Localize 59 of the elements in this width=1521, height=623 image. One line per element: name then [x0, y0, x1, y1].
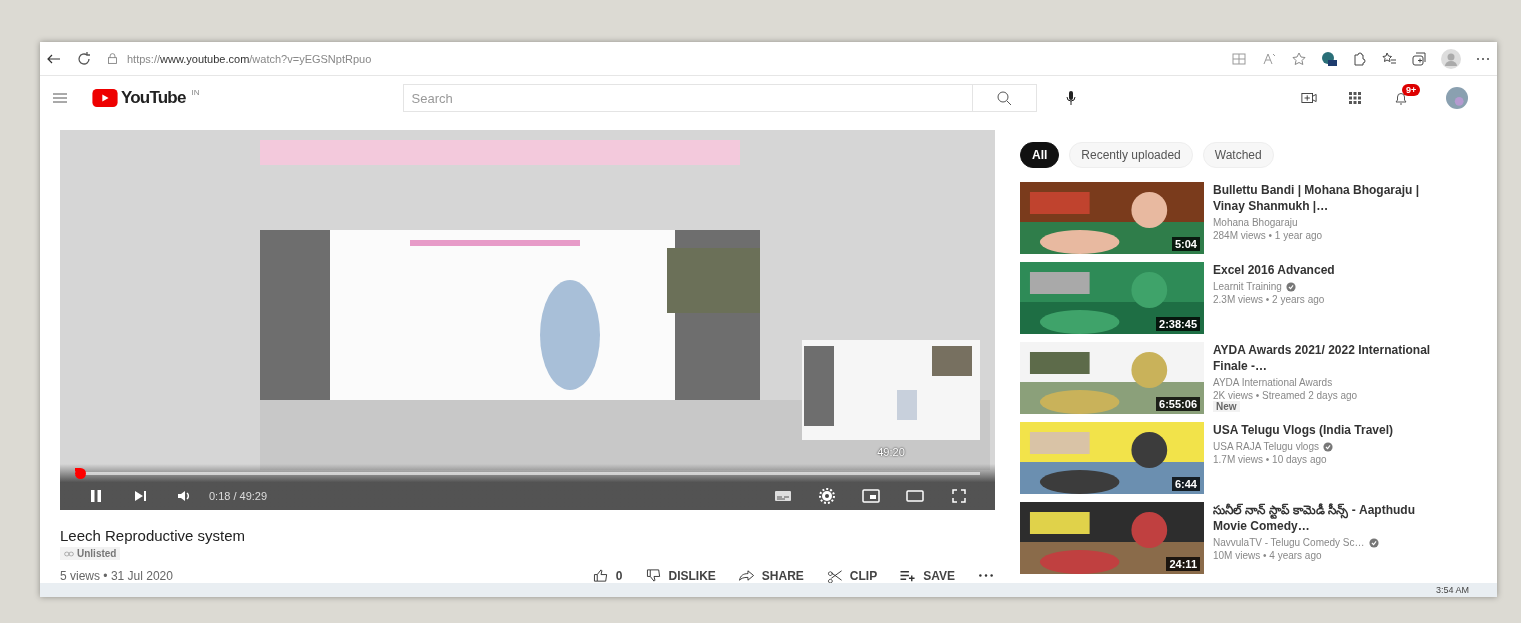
recommended-video-title[interactable]: Bullettu Bandi | Mohana Bhogaraju | Vinay Shanmukh |…	[1213, 182, 1443, 214]
channel-name[interactable]: NavvulaTV - Telugu Comedy Sc…	[1213, 537, 1365, 548]
channel-name[interactable]: AYDA International Awards	[1213, 377, 1333, 388]
dislike-button[interactable]: DISLIKE	[644, 568, 716, 583]
video-stats: 2K views • Streamed 2 days ago	[1213, 390, 1358, 401]
play-logo-icon[interactable]	[92, 89, 118, 107]
logo-text[interactable]: YouTube	[121, 88, 186, 108]
video-title: Leech Reproductive system	[60, 527, 247, 544]
taskbar-clock: 3:54 AM	[1435, 585, 1469, 595]
extensions-icon[interactable]	[1351, 50, 1367, 67]
video-stats: 10M views • 4 years ago	[1213, 550, 1322, 561]
verified-check-icon	[1368, 537, 1379, 548]
region-code: IN	[191, 88, 200, 97]
duration-label: 6:44	[1171, 477, 1200, 491]
video-stats: 1.7M views • 10 days ago	[1213, 454, 1327, 465]
clip-button[interactable]: CLIP	[825, 568, 878, 583]
video-stats: 2.3M views • 2 years ago	[1213, 294, 1325, 305]
duration-label: 6:55:06	[1156, 397, 1200, 411]
clip-icon	[825, 568, 844, 583]
save-icon	[899, 568, 918, 583]
notification-count: 9+	[1402, 84, 1421, 96]
channel-name[interactable]: Learnit Training	[1213, 281, 1282, 292]
reload-icon[interactable]	[76, 50, 92, 67]
extension-globe-icon[interactable]	[1321, 50, 1337, 67]
lock-icon	[106, 52, 119, 65]
duration-label: 5:04	[1171, 237, 1200, 251]
filter-chip[interactable]: Watched	[1202, 142, 1274, 168]
verified-check-icon	[1323, 441, 1333, 452]
share-button[interactable]: SHARE	[737, 568, 804, 583]
save-button[interactable]: SAVE	[899, 568, 955, 583]
share-icon	[737, 568, 756, 583]
recommended-video-title[interactable]: సునీల్ నాన్ స్టాప్ కామెడీ సీన్స్ - Aapthudu Movie Comedy…	[1213, 502, 1443, 534]
dislike-icon	[644, 568, 663, 583]
address-url[interactable]: https://www.youtube.com/watch?v=yEGSNptRpuo	[127, 52, 372, 65]
video-stats: 5 views • 31 Jul 2020	[60, 568, 173, 583]
recommended-video-title[interactable]: USA Telugu Vlogs (India Travel)	[1213, 422, 1443, 438]
channel-name[interactable]: USA RAJA Telugu vlogs	[1213, 441, 1319, 452]
unlisted-tag: Unlisted	[60, 547, 121, 560]
create-video-icon[interactable]	[1301, 90, 1317, 106]
link-icon	[64, 550, 74, 557]
favorite-star-icon[interactable]	[1291, 50, 1307, 67]
video-stats: 284M views • 1 year ago	[1213, 230, 1323, 241]
like-icon	[591, 568, 610, 583]
duration-label: 2:38:45	[1156, 317, 1200, 331]
collections-icon[interactable]	[1411, 50, 1427, 67]
favorites-icon[interactable]	[1381, 50, 1397, 67]
duration-label: 24:11	[1166, 557, 1200, 571]
verified-check-icon	[1285, 281, 1296, 292]
filter-chip[interactable]: All	[1020, 142, 1060, 168]
recommended-video-title[interactable]: Excel 2016 Advanced	[1213, 262, 1443, 278]
recommended-video-title[interactable]: AYDA Awards 2021/ 2022 International Finale -…	[1213, 342, 1443, 374]
apps-grid-icon[interactable]	[1347, 90, 1363, 106]
search-icon	[996, 90, 1013, 106]
filter-chip[interactable]: Recently uploaded	[1069, 142, 1193, 168]
new-badge: New	[1213, 401, 1240, 412]
account-avatar-icon[interactable]	[1443, 87, 1471, 109]
channel-name[interactable]: Mohana Bhogaraju	[1213, 217, 1298, 228]
search-field[interactable]: Search	[402, 84, 973, 112]
like-button[interactable]: 0	[591, 568, 623, 583]
